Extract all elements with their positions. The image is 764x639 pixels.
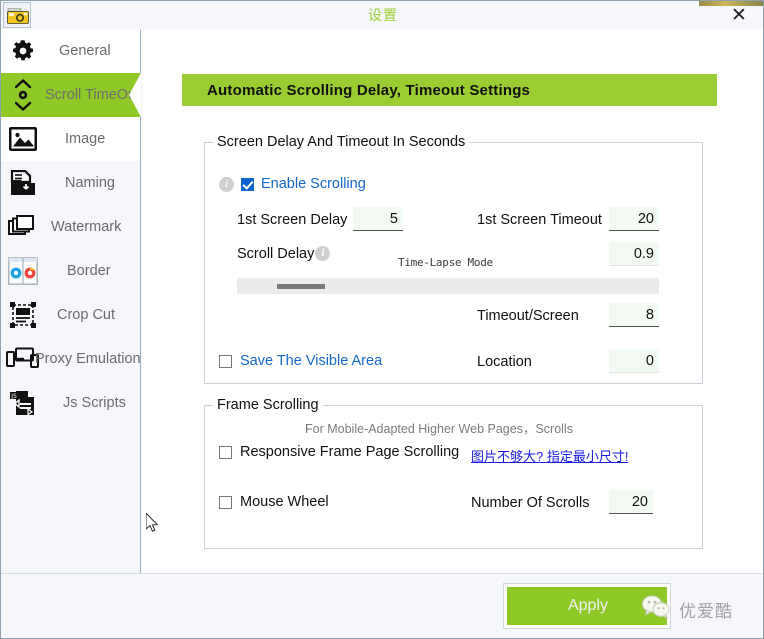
info-icon[interactable]: i (315, 246, 331, 261)
active-tab-notch (129, 73, 141, 117)
number-of-scrolls-input[interactable] (609, 490, 653, 514)
picture-icon (1, 117, 45, 161)
timeout-per-screen-label-wrap: Timeout/Screen (477, 307, 579, 325)
svg-text:JS: JS (10, 393, 17, 400)
layers-icon (1, 205, 45, 249)
page-title-banner: Automatic Scrolling Delay, Timeout Setti… (182, 74, 717, 106)
sidebar-item-label: General (59, 43, 111, 59)
close-icon[interactable]: ✕ (725, 4, 753, 26)
location-label: Location (477, 354, 532, 370)
wechat-icon (641, 594, 671, 625)
mouse-wheel-row: Mouse Wheel (219, 494, 329, 510)
frame-scrolling-group: Frame Scrolling For Mobile-Adapted Highe… (204, 397, 703, 549)
scroll-delay-slider-thumb[interactable] (277, 284, 325, 289)
footer-bar: Apply 优爱酷 (1, 573, 763, 638)
timeout-per-screen-label: Timeout/Screen (477, 308, 579, 324)
save-visible-area-label: Save The Visible Area (240, 353, 383, 369)
first-screen-timeout-label: 1st Screen Timeout (477, 212, 602, 228)
settings-window: 设置 ✕ General Scroll TimeOut Image Naming… (0, 0, 764, 639)
first-screen-delay-label: 1st Screen Delay (237, 212, 348, 228)
sidebar-item-label: Image (65, 131, 106, 147)
scroll-delay-label: Scroll Delay (237, 246, 315, 262)
number-of-scrolls-label-wrap: Number Of Scrolls (471, 494, 589, 512)
frame-scrolling-group-legend: Frame Scrolling (217, 397, 319, 413)
screen-delay-group: Screen Delay And Timeout In Seconds i En… (204, 134, 703, 384)
sidebar-item-label: Js Scripts (63, 395, 126, 411)
sidebar-item-watermark[interactable]: Watermark (1, 205, 140, 249)
first-screen-timeout-label-wrap: 1st Screen Timeout (477, 211, 602, 229)
sidebar-item-label: Crop Cut (57, 307, 116, 323)
window-title: 设置 (368, 7, 398, 23)
sidebar-item-proxy-emulation[interactable]: Proxy Emulation (1, 337, 141, 381)
sidebar-item-label: Naming (65, 175, 115, 191)
responsive-frame-label: Responsive Frame Page Scrolling (240, 444, 460, 460)
watermark-text: 优爱酷 (679, 602, 733, 621)
content-panel: Automatic Scrolling Delay, Timeout Setti… (142, 29, 763, 573)
min-size-link[interactable]: 图片不够大? 指定最小尺寸! (471, 449, 628, 464)
sidebar-item-image[interactable]: Image (1, 117, 140, 161)
script-file-icon: JS (1, 381, 45, 425)
time-lapse-mode-label: Time-Lapse Mode (398, 256, 493, 269)
frame-scrolling-hint-wrap: For Mobile-Adapted Higher Web Pages，Scro… (305, 418, 573, 438)
first-screen-delay-label-wrap: 1st Screen Delay (237, 211, 347, 229)
save-visible-area-row: Save The Visible Area (219, 353, 382, 369)
sidebar-item-label: Scroll TimeOut (45, 87, 141, 103)
sidebar-item-border[interactable]: Border (1, 249, 140, 293)
save-visible-area-checkbox[interactable] (219, 354, 232, 368)
page-title: Automatic Scrolling Delay, Timeout Setti… (207, 81, 531, 99)
min-size-link-wrap: 图片不够大? 指定最小尺寸! (471, 446, 628, 466)
timeout-per-screen-input[interactable] (609, 303, 659, 327)
sidebar-item-naming[interactable]: Naming (1, 161, 140, 205)
scroll-delay-label-wrap: Scroll Delay i (237, 246, 331, 262)
enable-scrolling-row: i Enable Scrolling (219, 176, 366, 192)
location-input[interactable] (609, 349, 659, 373)
title-bar: 设置 ✕ (1, 1, 763, 29)
sidebar-item-label: Proxy Emulation (35, 351, 141, 367)
sidebar-item-general[interactable]: General (1, 29, 140, 73)
scroll-delay-slider[interactable] (237, 278, 659, 294)
info-icon[interactable]: i (219, 176, 234, 192)
number-of-scrolls-label: Number Of Scrolls (471, 495, 590, 511)
sidebar-item-js-scripts[interactable]: JS Js Scripts (1, 381, 140, 425)
watermark: 优爱酷 (641, 594, 733, 625)
crop-icon (1, 293, 45, 337)
sidebar: General Scroll TimeOut Image Naming Wate… (1, 29, 141, 573)
save-file-icon (1, 161, 45, 205)
sidebar-item-crop-cut[interactable]: Crop Cut (1, 293, 140, 337)
scroll-arrows-icon (1, 73, 45, 117)
gear-icon (1, 29, 45, 73)
browsers-icon (1, 249, 45, 293)
responsive-frame-checkbox[interactable] (219, 445, 232, 459)
first-screen-delay-input[interactable] (353, 207, 403, 231)
enable-scrolling-label: Enable Scrolling (261, 176, 366, 192)
location-label-wrap: Location (477, 353, 532, 371)
sidebar-item-label: Watermark (51, 219, 122, 235)
frame-scrolling-hint: For Mobile-Adapted Higher Web Pages，Scro… (305, 422, 573, 436)
enable-scrolling-checkbox[interactable] (241, 177, 254, 191)
scroll-delay-input[interactable] (609, 242, 659, 266)
sidebar-item-scroll-timeout[interactable]: Scroll TimeOut (1, 73, 141, 117)
mouse-wheel-label: Mouse Wheel (240, 494, 329, 510)
mouse-wheel-checkbox[interactable] (219, 495, 232, 509)
responsive-frame-row: Responsive Frame Page Scrolling (219, 444, 459, 460)
time-lapse-mode-wrap: Time-Lapse Mode (398, 253, 493, 271)
screen-delay-group-legend: Screen Delay And Timeout In Seconds (217, 134, 466, 150)
sidebar-item-label: Border (67, 263, 111, 279)
first-screen-timeout-input[interactable] (609, 207, 659, 231)
